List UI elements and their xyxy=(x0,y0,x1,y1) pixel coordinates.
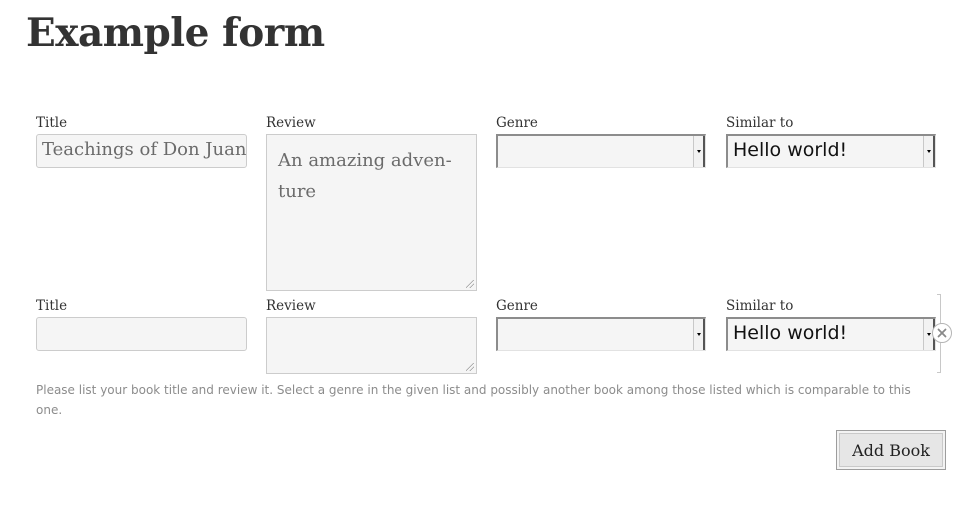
remove-row-button[interactable] xyxy=(932,323,952,343)
similar-to-select-value: Hello world! xyxy=(733,139,848,161)
genre-label: Genre xyxy=(496,115,538,131)
similar-to-select[interactable]: Hello world! xyxy=(726,317,936,351)
similar-to-label: Similar to xyxy=(726,115,794,131)
resize-grip-icon[interactable] xyxy=(466,363,474,371)
review-textarea[interactable]: An amazing adven- ture xyxy=(266,134,477,291)
title-label: Title xyxy=(36,115,68,131)
review-label: Review xyxy=(266,298,316,314)
help-text: Please list your book title and review i… xyxy=(36,383,911,417)
similar-to-select[interactable]: Hello world! xyxy=(726,134,936,168)
chevron-down-icon[interactable] xyxy=(693,319,705,350)
review-textarea[interactable] xyxy=(266,317,477,374)
resize-grip-icon[interactable] xyxy=(466,280,474,288)
review-text-line-1: An amazing adven- xyxy=(278,150,452,171)
genre-label: Genre xyxy=(496,298,538,314)
title-input[interactable] xyxy=(36,317,247,351)
title-label: Title xyxy=(36,298,68,314)
title-input-value: Teachings of Don Juan xyxy=(42,139,247,160)
review-text-line-2: ture xyxy=(278,181,317,202)
similar-to-select-value: Hello world! xyxy=(733,322,848,344)
page-title: Example form xyxy=(26,10,325,56)
chevron-down-icon[interactable] xyxy=(693,136,705,167)
similar-to-label: Similar to xyxy=(726,298,794,314)
chevron-down-icon[interactable] xyxy=(923,136,935,167)
genre-select[interactable] xyxy=(496,134,706,168)
close-circle-icon xyxy=(937,328,947,338)
genre-select[interactable] xyxy=(496,317,706,351)
review-label: Review xyxy=(266,115,316,131)
add-book-button[interactable]: Add Book xyxy=(836,430,946,470)
title-input[interactable]: Teachings of Don Juan xyxy=(36,134,247,168)
